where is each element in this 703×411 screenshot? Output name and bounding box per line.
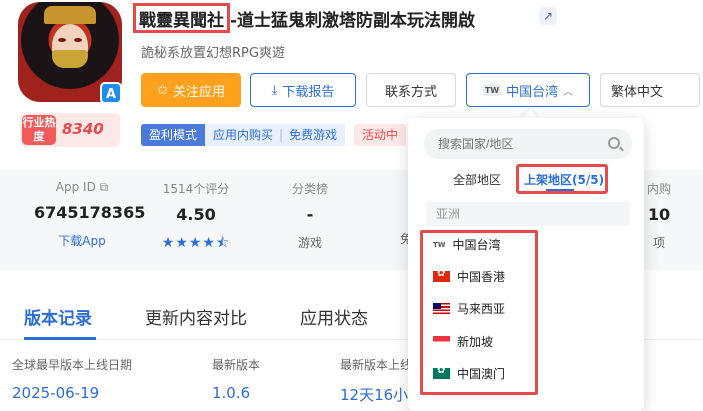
industry-heat-value: 8340 [62, 120, 104, 138]
tag-divider: | [279, 128, 284, 142]
region-item-label: 马来西亚 [457, 302, 506, 316]
app-title: 戰靈異聞社 -道士猛鬼刺激塔防副本玩法開啟 [133, 3, 475, 33]
app-id-label: App ID ⧉ [55, 180, 109, 194]
download-report-button[interactable]: ⤓ 下载报告 [250, 73, 356, 107]
monetization-tags: 盈利模式 应用内购买 | 免费游戏 [141, 124, 346, 146]
tab-version-history[interactable]: 版本记录 [24, 304, 92, 329]
app-icon-eye-left [58, 38, 66, 42]
region-select[interactable]: TW 中国台湾 ︿ [466, 73, 590, 107]
tw-flag-icon: TW [482, 84, 502, 96]
app-icon-crown [44, 6, 96, 24]
copy-icon[interactable]: ⧉ [100, 180, 109, 194]
region-item-sg[interactable]: 新加坡 [433, 333, 493, 350]
follow-app-label: 关注应用 [172, 84, 225, 100]
active-tab-indicator [24, 337, 96, 340]
app-subtitle: 詭秘系放置幻想RPG爽遊 [141, 46, 285, 61]
tab-app-status[interactable]: 应用状态 [300, 304, 368, 329]
tw-flag-icon: TW [433, 240, 446, 249]
monetization-tag-group: 应用内购买 | 免费游戏 [205, 124, 346, 146]
search-icon[interactable] [608, 137, 620, 149]
stat-category: 分类榜 - 游戏 [270, 180, 350, 251]
free-game-tag: 免费游戏 [289, 128, 338, 142]
rating-stars-icon: ★★★★⯪ [161, 235, 231, 251]
region-search-input[interactable] [424, 129, 632, 159]
event-tag[interactable]: 活动中 [354, 124, 407, 146]
stat-rating: 1514个评分 4.50 ★★★★⯪ [146, 180, 246, 256]
ratings-count-label: 1514个评分 [162, 182, 230, 196]
region-item-tw[interactable]: TW 中国台湾 [433, 236, 501, 253]
star-icon: ✩ [157, 82, 168, 98]
in-app-purchase-label: 内购 [646, 182, 671, 196]
app-store-icon: A [100, 82, 122, 104]
region-item-my[interactable]: 马来西亚 [433, 300, 505, 317]
stat-in-app-purchase: 内购 10 项 [644, 180, 674, 251]
language-select-label: 繁体中文 [611, 84, 664, 100]
latest-online-label: 最新版本上线 [340, 358, 413, 372]
contact-label: 联系方式 [384, 84, 437, 100]
latest-online-value: 12天16小 [340, 386, 409, 404]
category-rank-value: - [306, 205, 314, 224]
chevron-up-icon: ︿ [563, 86, 574, 98]
profit-model-tag: 盈利模式 [141, 124, 206, 146]
external-link-icon[interactable]: ↗ [539, 7, 557, 25]
download-app-link[interactable]: 下载App [34, 232, 130, 249]
app-title-highlight-box: 戰靈異聞社 [133, 3, 230, 33]
contact-button[interactable]: 联系方式 [366, 73, 456, 107]
industry-heat-label: 行业热度 [22, 115, 56, 145]
sg-flag-icon [433, 336, 450, 347]
my-flag-icon [433, 303, 450, 314]
latest-version-value: 1.0.6 [212, 384, 251, 402]
app-title-main: 戰靈異聞社 [139, 10, 224, 31]
region-item-label: 中国香港 [457, 270, 506, 284]
dropdown-active-tab-indicator [546, 189, 574, 191]
app-id-value: 6745178365 [34, 203, 146, 222]
tab-all-regions[interactable]: 全部地区 [453, 171, 501, 188]
mo-flag-icon [433, 365, 450, 379]
region-group-asia: 亚洲 [426, 202, 630, 226]
first-release-label: 全球最早版本上线日期 [12, 358, 133, 372]
region-item-mo[interactable]: 中国澳门 [433, 365, 505, 382]
rating-value: 4.50 [176, 205, 216, 224]
region-item-hk[interactable]: 中国香港 [433, 268, 505, 285]
tab-listed-regions[interactable]: 上架地区(5/5) [524, 171, 604, 188]
region-item-label: 新加坡 [457, 335, 494, 349]
stat-app-id: App ID ⧉ 6745178365 下载App [34, 180, 146, 249]
industry-heat-badge: 行业热度 8340 [20, 113, 120, 147]
region-select-label: 中国台湾 [506, 84, 559, 100]
download-icon: ⤓ [271, 82, 278, 98]
region-item-label: 中国台湾 [452, 238, 501, 252]
download-report-label: 下载报告 [282, 84, 335, 100]
hk-flag-icon [433, 268, 450, 282]
category-type: 游戏 [297, 236, 322, 250]
region-item-label: 中国澳门 [457, 367, 506, 381]
first-release-value: 2025-06-19 [12, 384, 100, 402]
language-select[interactable]: 繁体中文 [600, 73, 700, 107]
category-rank-label: 分类榜 [291, 182, 328, 196]
in-app-purchase-count: 10 [647, 205, 671, 224]
follow-app-button[interactable]: ✩ 关注应用 [141, 73, 241, 107]
in-app-purchase-unit: 项 [652, 236, 665, 250]
in-app-purchase-tag: 应用内购买 [213, 128, 274, 142]
app-icon-eye-right [74, 38, 82, 42]
tab-update-compare[interactable]: 更新内容对比 [145, 304, 247, 329]
app-icon-mask [52, 50, 88, 68]
latest-version-label: 最新版本 [212, 358, 261, 372]
app-title-rest: -道士猛鬼刺激塔防副本玩法開啟 [230, 10, 476, 31]
